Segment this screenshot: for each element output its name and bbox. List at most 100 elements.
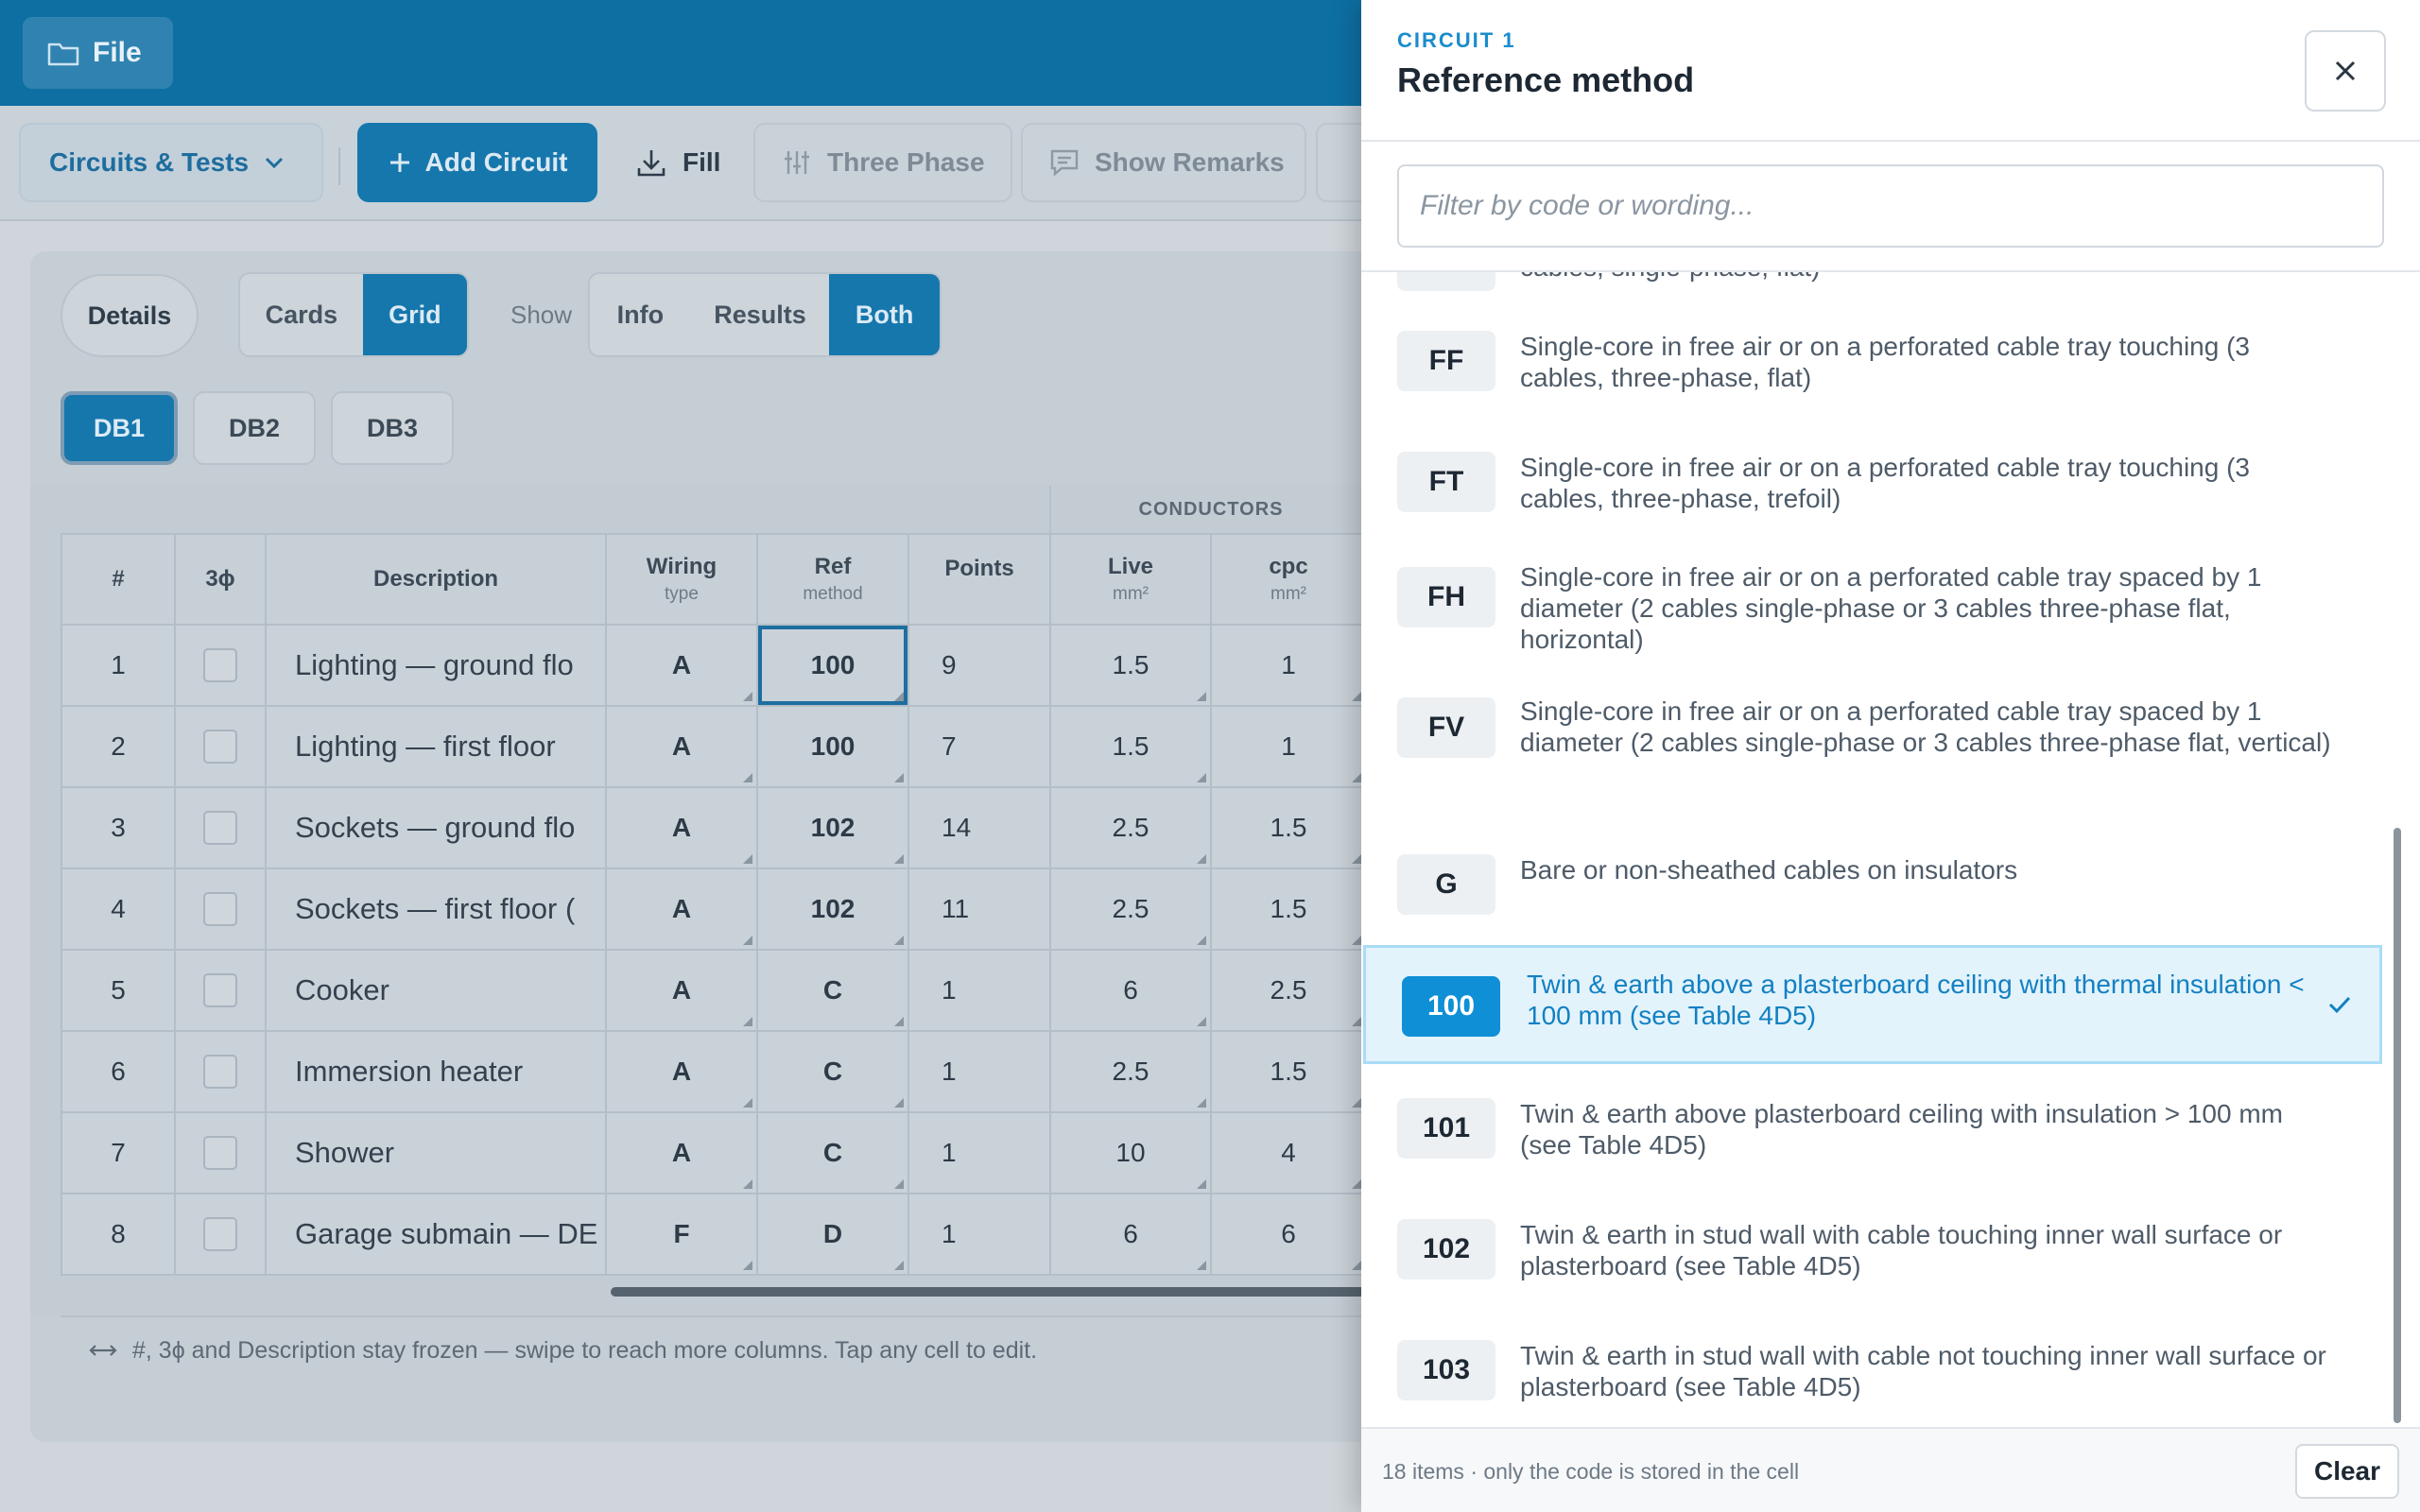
three-phase-checkbox[interactable]	[203, 1217, 237, 1251]
cell-description[interactable]: Immersion heater	[265, 1030, 607, 1113]
cell-points[interactable]: 7	[908, 705, 1051, 788]
grid-horizontal-scrollbar[interactable]	[611, 1287, 1367, 1297]
cell-wiring-type[interactable]: A	[605, 786, 758, 869]
cell-description[interactable]: Sockets — first floor (	[265, 868, 607, 951]
cell-points[interactable]: 14	[908, 786, 1051, 869]
clear-button[interactable]: Clear	[2295, 1444, 2399, 1499]
cell-cpc[interactable]: 4	[1210, 1111, 1367, 1194]
file-menu-button[interactable]: File	[23, 17, 173, 89]
list-item-fh[interactable]: FH Single-core in free air or on a perfor…	[1361, 561, 2401, 675]
cell-ref-method[interactable]: 102	[756, 868, 909, 951]
add-circuit-button[interactable]: Add Circuit	[357, 123, 597, 202]
cell-ref-method[interactable]: C	[756, 949, 909, 1032]
cell-three-phase[interactable]	[174, 786, 267, 869]
cell-description[interactable]: Sockets — ground flo	[265, 786, 607, 869]
cell-description[interactable]: Lighting — ground flo	[265, 624, 607, 707]
cell-number[interactable]: 8	[60, 1193, 176, 1276]
table-row[interactable]: 7 Shower A C 1 10 4	[60, 1111, 1367, 1194]
three-phase-checkbox[interactable]	[203, 1055, 237, 1089]
board-tab-db1[interactable]: DB1	[60, 391, 178, 465]
cell-cpc[interactable]: 6	[1210, 1193, 1367, 1276]
cell-live[interactable]: 2.5	[1049, 1030, 1212, 1113]
table-row[interactable]: 3 Sockets — ground flo A 102 14 2.5 1.5	[60, 786, 1367, 869]
board-tab-db3[interactable]: DB3	[331, 391, 454, 465]
cell-ref-method[interactable]: 102	[756, 786, 909, 869]
cell-number[interactable]: 5	[60, 949, 176, 1032]
cell-number[interactable]: 2	[60, 705, 176, 788]
tab-both[interactable]: Both	[829, 274, 940, 355]
table-row[interactable]: 5 Cooker A C 1 6 2.5	[60, 949, 1367, 1032]
three-phase-checkbox[interactable]	[203, 648, 237, 682]
cell-cpc[interactable]: 1	[1210, 624, 1367, 707]
list-item-ff[interactable]: FF Single-core in free air or on a perfor…	[1361, 331, 2401, 425]
tab-cards[interactable]: Cards	[240, 274, 363, 355]
table-row[interactable]: 2 Lighting — first floor A 100 7 1.5 1	[60, 705, 1367, 788]
cell-live[interactable]: 2.5	[1049, 868, 1212, 951]
filter-input[interactable]	[1397, 164, 2384, 248]
cell-points[interactable]: 1	[908, 1111, 1051, 1194]
cell-points[interactable]: 1	[908, 1030, 1051, 1113]
close-button[interactable]	[2305, 30, 2386, 112]
cell-live[interactable]: 6	[1049, 949, 1212, 1032]
cell-ref-method[interactable]: 100	[756, 705, 909, 788]
tab-info[interactable]: Info	[590, 274, 691, 355]
cell-description[interactable]: Shower	[265, 1111, 607, 1194]
cell-wiring-type[interactable]: A	[605, 1030, 758, 1113]
list-item-101[interactable]: 101 Twin & earth above plasterboard ceili…	[1361, 1098, 2401, 1193]
cell-cpc[interactable]: 1.5	[1210, 1030, 1367, 1113]
cell-live[interactable]: 6	[1049, 1193, 1212, 1276]
cell-ref-method[interactable]: 100	[756, 624, 909, 707]
cell-wiring-type[interactable]: A	[605, 868, 758, 951]
three-phase-checkbox[interactable]	[203, 730, 237, 764]
cell-ref-method[interactable]: C	[756, 1111, 909, 1194]
details-button[interactable]: Details	[60, 274, 199, 357]
cell-three-phase[interactable]	[174, 868, 267, 951]
cell-live[interactable]: 1.5	[1049, 624, 1212, 707]
cell-number[interactable]: 3	[60, 786, 176, 869]
three-phase-checkbox[interactable]	[203, 892, 237, 926]
table-row[interactable]: 1 Lighting — ground flo A 100 9 1.5 1	[60, 624, 1367, 707]
fill-button[interactable]: Fill	[631, 123, 732, 202]
cell-ref-method[interactable]: C	[756, 1030, 909, 1113]
table-row[interactable]: 8 Garage submain — DE F D 1 6 6	[60, 1193, 1367, 1276]
cell-three-phase[interactable]	[174, 1193, 267, 1276]
list-item-100[interactable]: 100 Twin & earth above a plasterboard cei…	[1363, 945, 2382, 1064]
cell-number[interactable]: 7	[60, 1111, 176, 1194]
cell-cpc[interactable]: 1.5	[1210, 868, 1367, 951]
cell-wiring-type[interactable]: F	[605, 1193, 758, 1276]
list-item-g[interactable]: G Bare or non-sheathed cables on insulato…	[1361, 854, 2401, 930]
circuits-tests-dropdown[interactable]: Circuits & Tests	[19, 123, 323, 202]
cell-live[interactable]: 10	[1049, 1111, 1212, 1194]
cell-three-phase[interactable]	[174, 1030, 267, 1113]
cell-wiring-type[interactable]: A	[605, 705, 758, 788]
cell-cpc[interactable]: 1.5	[1210, 786, 1367, 869]
three-phase-checkbox[interactable]	[203, 1136, 237, 1170]
list-item-fv[interactable]: FV Single-core in free air or on a perfor…	[1361, 696, 2401, 809]
list-item-ft[interactable]: FT Single-core in free air or on a perfor…	[1361, 452, 2401, 546]
cell-wiring-type[interactable]: A	[605, 1111, 758, 1194]
tab-grid[interactable]: Grid	[362, 274, 467, 355]
cell-number[interactable]: 4	[60, 868, 176, 951]
cell-cpc[interactable]: 1	[1210, 705, 1367, 788]
cell-live[interactable]: 2.5	[1049, 786, 1212, 869]
cell-cpc[interactable]: 2.5	[1210, 949, 1367, 1032]
show-remarks-button[interactable]: Show Remarks	[1021, 123, 1306, 202]
cell-wiring-type[interactable]: A	[605, 949, 758, 1032]
cell-description[interactable]: Cooker	[265, 949, 607, 1032]
cell-three-phase[interactable]	[174, 949, 267, 1032]
cell-points[interactable]: 9	[908, 624, 1051, 707]
three-phase-checkbox[interactable]	[203, 811, 237, 845]
cell-description[interactable]: Lighting — first floor	[265, 705, 607, 788]
cell-three-phase[interactable]	[174, 1111, 267, 1194]
cell-points[interactable]: 1	[908, 949, 1051, 1032]
cell-description[interactable]: Garage submain — DE	[265, 1193, 607, 1276]
drawer-scrollbar[interactable]	[2394, 828, 2401, 1423]
cell-ref-method[interactable]: D	[756, 1193, 909, 1276]
table-row[interactable]: 4 Sockets — first floor (A 102 11 2.5 1.5	[60, 868, 1367, 951]
cell-wiring-type[interactable]: A	[605, 624, 758, 707]
cell-three-phase[interactable]	[174, 705, 267, 788]
cell-live[interactable]: 1.5	[1049, 705, 1212, 788]
board-tab-db2[interactable]: DB2	[193, 391, 316, 465]
cell-points[interactable]: 11	[908, 868, 1051, 951]
cell-points[interactable]: 1	[908, 1193, 1051, 1276]
